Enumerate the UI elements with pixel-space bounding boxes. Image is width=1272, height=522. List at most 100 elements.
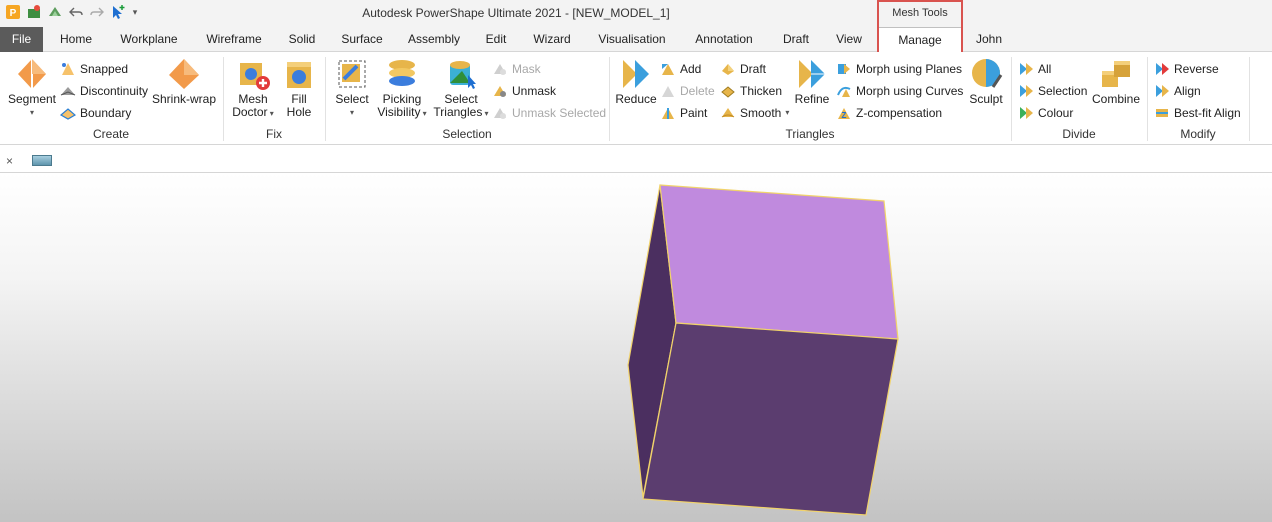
discontinuity-button[interactable]: Discontinuity (60, 81, 148, 101)
mesh-doctor-button[interactable]: Mesh Doctor ▾ (228, 57, 278, 120)
smooth-caret-icon: ▾ (785, 108, 790, 117)
tab-surface[interactable]: Surface (336, 27, 388, 52)
align-label: Align (1174, 84, 1201, 98)
morph-using-curves-button[interactable]: Morph using Curves (836, 81, 963, 101)
model-tab-thumbnail-icon[interactable] (32, 155, 52, 166)
tab-user-john[interactable]: John (968, 27, 1010, 52)
add-button[interactable]: Add (660, 59, 701, 79)
select-triangles-caret-icon: ▾ (482, 109, 489, 118)
snapped-button[interactable]: Snapped (60, 59, 128, 79)
group-fix: Mesh Doctor ▾ Fill Hole Fix (224, 55, 324, 143)
unmask-selected-button[interactable]: Unmask Selected (492, 103, 606, 123)
thicken-button[interactable]: Thicken (720, 81, 782, 101)
best-fit-align-button[interactable]: Best-fit Align (1154, 103, 1241, 123)
select-triangles-button[interactable]: Select Triangles ▾ (430, 57, 492, 120)
ribbon-panel: Segment ▾ Snapped Discontinuity Boundary… (0, 52, 1272, 145)
close-document-icon[interactable]: × (6, 154, 13, 168)
group-label-triangles: Triangles (785, 127, 835, 141)
select-box-icon (335, 57, 369, 91)
refine-label: Refine (794, 92, 830, 106)
svg-text:Z: Z (842, 111, 847, 120)
smooth-label: Smooth (740, 106, 782, 120)
divide-colour-label: Colour (1038, 106, 1074, 120)
mesh-doctor-icon (236, 57, 270, 91)
paint-label: Paint (680, 106, 708, 120)
align-button[interactable]: Align (1154, 81, 1201, 101)
morph-using-planes-button[interactable]: Morph using Planes (836, 59, 962, 79)
tab-wizard[interactable]: Wizard (526, 27, 578, 52)
morph-using-curves-label: Morph using Curves (856, 84, 964, 98)
unmask-label: Unmask (512, 84, 557, 98)
highlight-box (877, 0, 963, 54)
tab-home[interactable]: Home (54, 27, 98, 52)
smooth-button[interactable]: Smooth ▾ (720, 103, 789, 123)
tab-edit[interactable]: Edit (479, 27, 513, 52)
shrink-wrap-button[interactable]: Shrink-wrap (150, 57, 218, 106)
tab-view[interactable]: View (830, 27, 868, 52)
paint-button[interactable]: Paint (660, 103, 707, 123)
graphics-viewport[interactable] (0, 173, 1272, 522)
cube-top-face[interactable] (659, 184, 899, 340)
segment-icon (15, 57, 49, 91)
group-label-selection: Selection (442, 127, 492, 141)
morph-curves-icon (836, 83, 852, 99)
reduce-icon (619, 57, 653, 91)
group-label-create: Create (92, 127, 130, 141)
divide-all-button[interactable]: All (1018, 59, 1051, 79)
tab-annotation[interactable]: Annotation (686, 27, 762, 52)
cube-front-face[interactable] (642, 322, 899, 516)
discontinuity-icon (60, 83, 76, 99)
fill-hole-button[interactable]: Fill Hole (280, 57, 318, 119)
delete-button[interactable]: Delete (660, 81, 715, 101)
tab-assembly[interactable]: Assembly (402, 27, 466, 52)
combine-label: Combine (1091, 92, 1141, 106)
z-compensation-button[interactable]: Z Z-compensation (836, 103, 942, 123)
add-triangle-icon (660, 61, 676, 77)
title-bar: P ▾ Autodesk PowerShape Ultimate 2021 - … (0, 0, 1272, 27)
delete-triangle-icon (660, 83, 676, 99)
select-label: Select (335, 92, 369, 106)
add-label: Add (680, 62, 702, 76)
group-label-fix: Fix (266, 127, 282, 141)
group-label-divide: Divide (1062, 127, 1096, 141)
combine-icon (1099, 57, 1133, 91)
segment-label: Segment (7, 92, 57, 106)
reverse-label: Reverse (1174, 62, 1219, 76)
divide-colour-button[interactable]: Colour (1018, 103, 1073, 123)
mask-icon (492, 61, 508, 77)
segment-button[interactable]: Segment ▾ (6, 57, 58, 119)
divide-selection-icon (1018, 83, 1034, 99)
unmask-button[interactable]: Unmask (492, 81, 556, 101)
divide-selection-button[interactable]: Selection (1018, 81, 1087, 101)
tab-file[interactable]: File (0, 27, 43, 52)
morph-planes-icon (836, 61, 852, 77)
shrink-wrap-icon (167, 57, 201, 91)
boundary-label: Boundary (80, 106, 132, 120)
refine-button[interactable]: Refine (790, 57, 834, 106)
divide-colour-icon (1018, 105, 1034, 121)
picking-visibility-button[interactable]: Picking Visibility ▾ (374, 57, 430, 120)
select-button[interactable]: Select ▾ (330, 57, 374, 119)
mask-button[interactable]: Mask (492, 59, 541, 79)
tab-draft[interactable]: Draft (775, 27, 817, 52)
picking-visibility-label-2: Visibility (377, 105, 421, 119)
unmask-icon (492, 83, 508, 99)
tab-wireframe[interactable]: Wireframe (199, 27, 269, 52)
tab-solid[interactable]: Solid (281, 27, 323, 52)
boundary-button[interactable]: Boundary (60, 103, 131, 123)
thicken-label: Thicken (740, 84, 783, 98)
segment-caret-icon: ▾ (29, 108, 34, 117)
fill-hole-label-2: Hole (286, 105, 312, 119)
reduce-button[interactable]: Reduce (614, 57, 658, 106)
sculpt-button[interactable]: Sculpt (964, 57, 1008, 106)
group-modify: Reverse Align Best-fit Align Modify (1148, 55, 1248, 143)
combine-button[interactable]: Combine (1090, 57, 1142, 106)
cube-model[interactable] (0, 173, 1272, 522)
tab-workplane[interactable]: Workplane (112, 27, 186, 52)
tab-visualisation[interactable]: Visualisation (591, 27, 673, 52)
reverse-button[interactable]: Reverse (1154, 59, 1219, 79)
refine-icon (795, 57, 829, 91)
thicken-icon (720, 83, 736, 99)
draft-button[interactable]: Draft (720, 59, 766, 79)
reverse-icon (1154, 61, 1170, 77)
